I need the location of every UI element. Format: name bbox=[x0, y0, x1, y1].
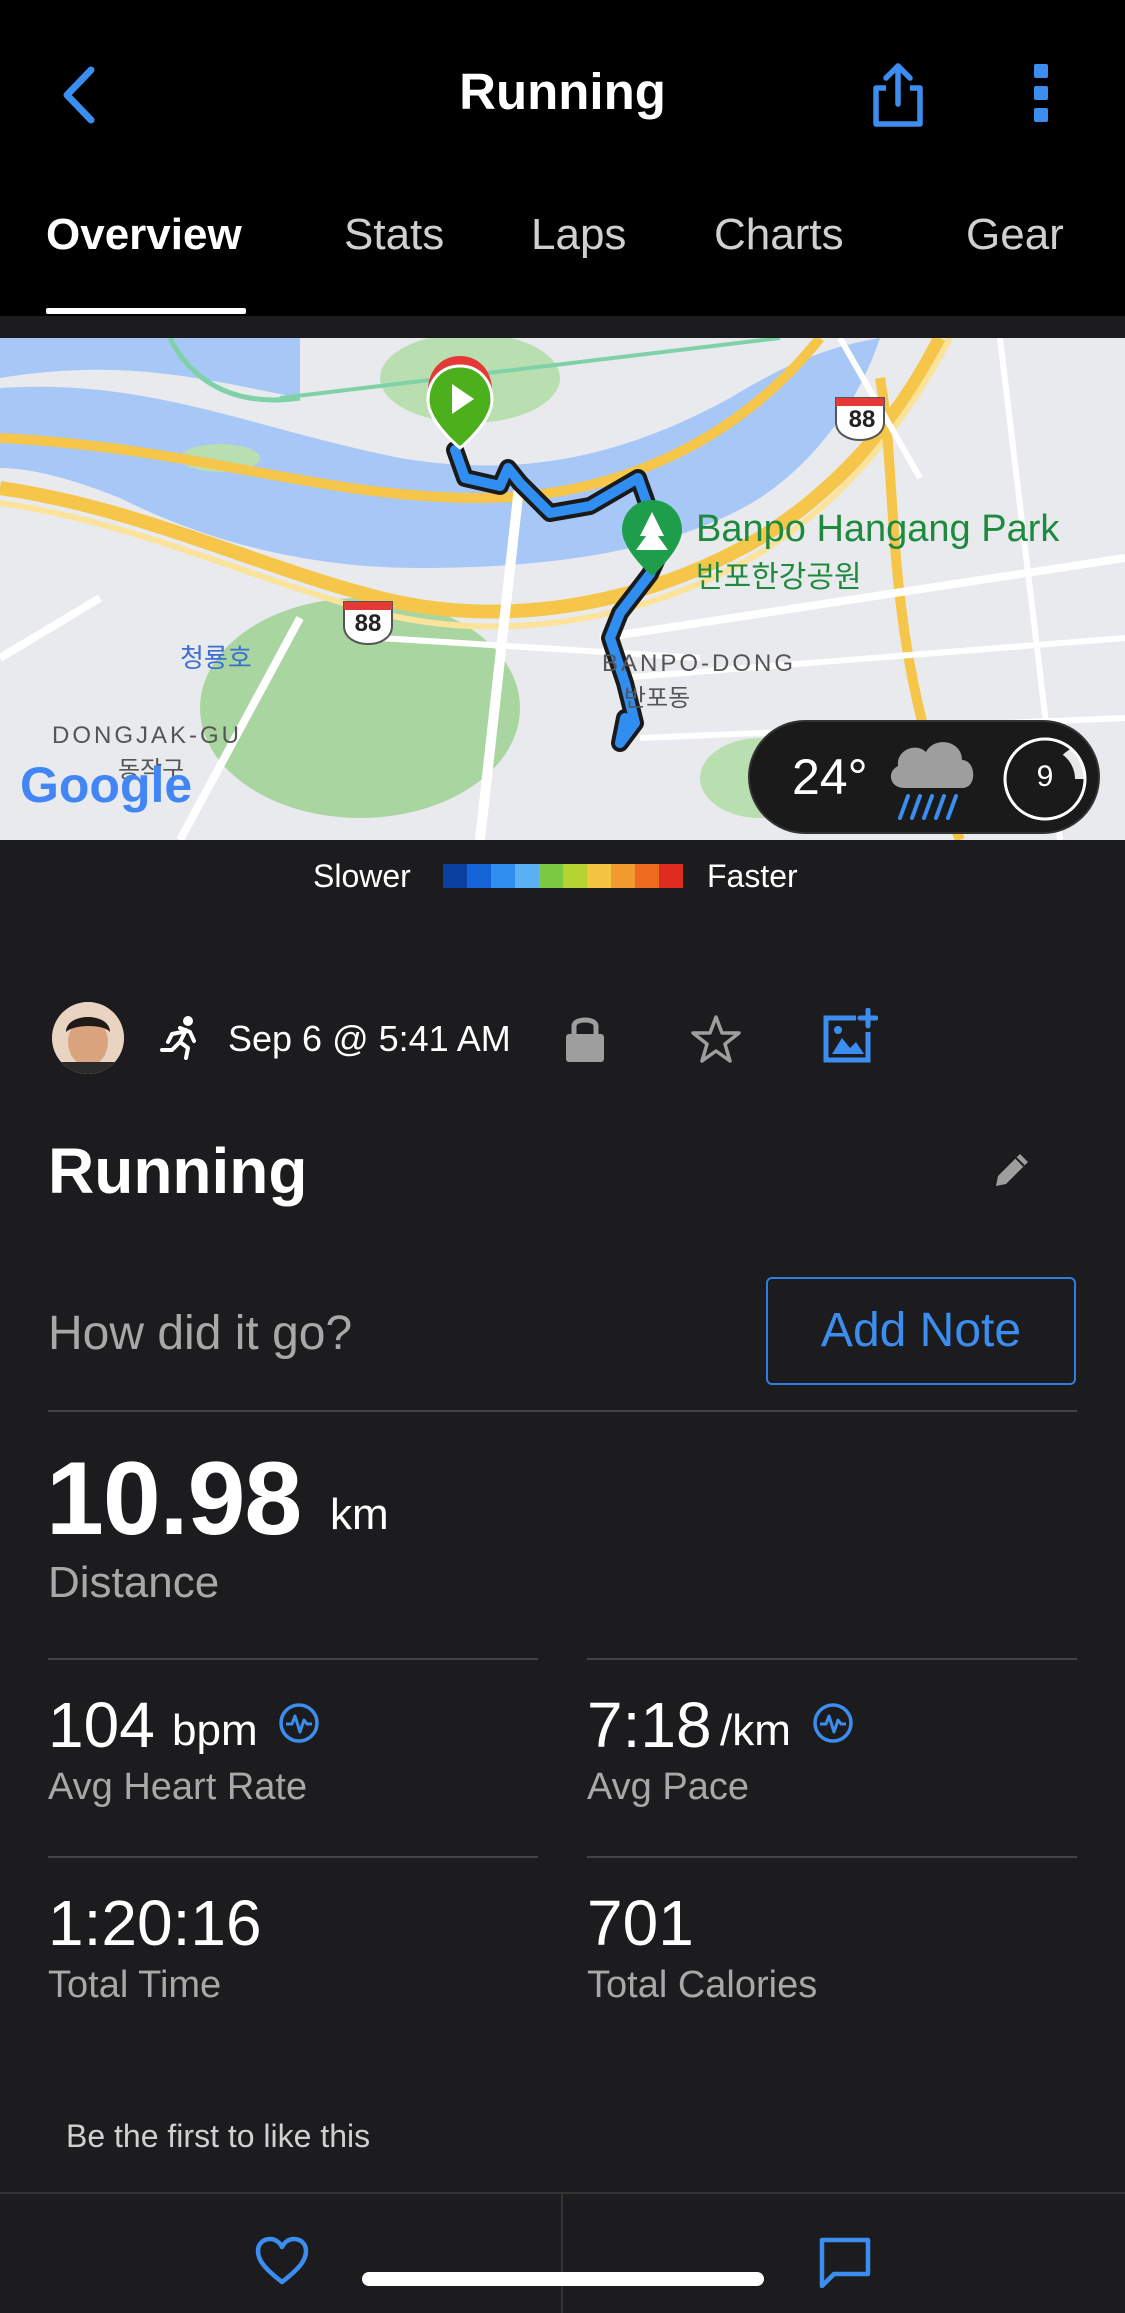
divider bbox=[48, 1856, 538, 1858]
social-action-bar bbox=[0, 2192, 1125, 2313]
distance-unit: km bbox=[330, 1490, 389, 1539]
legend-swatch bbox=[443, 864, 467, 888]
edit-pencil-icon[interactable] bbox=[990, 1148, 1034, 1192]
home-indicator bbox=[362, 2272, 764, 2286]
legend-swatch bbox=[587, 864, 611, 888]
top-nav-bar: Running Overview Stats Laps Charts Gear bbox=[0, 0, 1125, 316]
star-icon[interactable] bbox=[690, 1014, 742, 1064]
pace-sensor-icon[interactable] bbox=[812, 1702, 854, 1744]
avg-heart-rate-value: 104 bbox=[48, 1689, 155, 1761]
running-icon bbox=[160, 1016, 196, 1060]
tab-charts[interactable]: Charts bbox=[714, 210, 844, 260]
lake-label: 청룡호 bbox=[180, 643, 252, 673]
legend-swatch bbox=[611, 864, 635, 888]
total-time-label: Total Time bbox=[48, 1964, 222, 2006]
tab-gear[interactable]: Gear bbox=[966, 210, 1064, 260]
park-label: Banpo Hangang Park bbox=[696, 508, 1060, 550]
divider bbox=[48, 1410, 1077, 1412]
uv-index-value: 9 bbox=[1036, 760, 1054, 793]
weather-temperature: 24° bbox=[792, 749, 868, 805]
park-label-ko: 반포한강공원 bbox=[696, 561, 862, 594]
note-prompt: How did it go? bbox=[48, 1307, 353, 1360]
share-button[interactable] bbox=[868, 60, 928, 130]
avg-heart-rate-unit: bpm bbox=[172, 1706, 258, 1755]
divider bbox=[561, 2194, 563, 2313]
legend-swatch bbox=[635, 864, 659, 888]
rain-cloud-icon bbox=[890, 742, 974, 820]
divider bbox=[587, 1658, 1077, 1660]
legend-swatch bbox=[491, 864, 515, 888]
avg-pace-label: Avg Pace bbox=[587, 1766, 749, 1808]
more-options-button[interactable] bbox=[1030, 62, 1054, 124]
legend-slower-label: Slower bbox=[313, 858, 411, 894]
district-label: DONGJAK-GU bbox=[52, 722, 243, 749]
avg-heart-rate-label: Avg Heart Rate bbox=[48, 1766, 308, 1808]
active-tab-indicator bbox=[46, 308, 246, 314]
page-title: Running bbox=[459, 63, 666, 120]
avg-pace-unit: /km bbox=[720, 1706, 791, 1755]
legend-swatch bbox=[659, 864, 683, 888]
route-marker-label: 88 bbox=[354, 610, 382, 637]
avatar-image bbox=[52, 1002, 124, 1074]
divider bbox=[587, 1856, 1077, 1858]
avatar[interactable] bbox=[52, 1002, 124, 1074]
share-icon bbox=[873, 63, 923, 127]
legend-swatch bbox=[563, 864, 587, 888]
weather-badge[interactable]: 24° 9 bbox=[748, 720, 1100, 834]
total-time-value: 1:20:16 bbox=[48, 1887, 262, 1959]
likes-summary: Be the first to like this bbox=[66, 2118, 371, 2154]
pace-color-scale bbox=[443, 864, 683, 888]
total-calories-value: 701 bbox=[587, 1887, 694, 1959]
google-logo: Google bbox=[20, 757, 193, 813]
legend-swatch bbox=[515, 864, 539, 888]
activity-meta-row: Sep 6 @ 5:41 AM bbox=[0, 1000, 1125, 1080]
district-label-ko: 반포동 bbox=[624, 685, 691, 712]
more-vertical-icon bbox=[1034, 64, 1048, 122]
legend-swatch bbox=[539, 864, 563, 888]
tab-laps[interactable]: Laps bbox=[531, 210, 626, 260]
avg-pace-value: 7:18 bbox=[587, 1689, 712, 1761]
legend-faster-label: Faster bbox=[707, 858, 798, 894]
route-marker-label: 88 bbox=[848, 406, 876, 433]
comment-icon[interactable] bbox=[818, 2236, 872, 2288]
distance-label: Distance bbox=[48, 1558, 220, 1607]
legend-swatch bbox=[467, 864, 491, 888]
heart-rate-sensor-icon[interactable] bbox=[278, 1702, 320, 1744]
add-note-button[interactable]: Add Note bbox=[766, 1277, 1076, 1385]
divider bbox=[48, 1658, 538, 1660]
total-calories-label: Total Calories bbox=[587, 1964, 818, 2006]
pace-legend: Slower Faster bbox=[0, 840, 1125, 910]
heart-icon[interactable] bbox=[254, 2236, 310, 2286]
tab-stats[interactable]: Stats bbox=[344, 210, 444, 260]
activity-name: Running bbox=[48, 1135, 308, 1207]
tab-bar: Overview Stats Laps Charts Gear bbox=[0, 210, 1125, 316]
distance-value: 10.98 bbox=[46, 1441, 302, 1557]
tab-overview[interactable]: Overview bbox=[46, 210, 242, 260]
activity-date: Sep 6 @ 5:41 AM bbox=[228, 1018, 511, 1059]
district-label: BANPO-DONG bbox=[602, 650, 797, 677]
add-photo-icon[interactable] bbox=[822, 1008, 878, 1064]
lock-icon[interactable] bbox=[564, 1012, 606, 1064]
